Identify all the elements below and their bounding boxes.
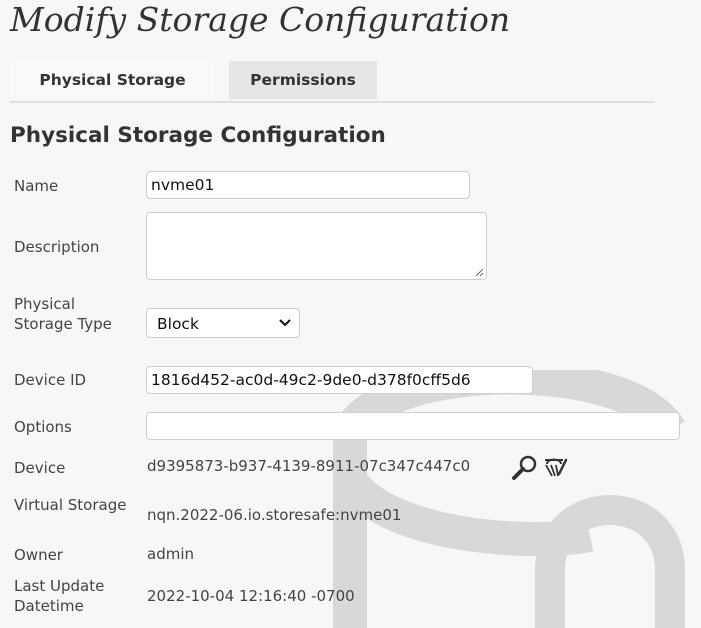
owner-label: Owner	[14, 546, 63, 564]
device-value: d9395873-b937-4139-8911-07c347c447c0	[147, 457, 471, 475]
clear-brush-icon[interactable]	[541, 454, 569, 480]
chevron-down-icon	[279, 319, 291, 327]
magnifier-icon[interactable]	[511, 454, 539, 480]
last-update-label: Last Update Datetime	[14, 577, 105, 615]
resize-grip-icon[interactable]	[474, 267, 484, 277]
device-label: Device	[14, 459, 66, 477]
type-label: Physical Storage Type	[14, 295, 112, 333]
type-select-value: Block	[157, 315, 199, 333]
virtual-storage-label: Virtual Storage	[14, 496, 127, 514]
device-id-input[interactable]: 1816d452-ac0d-49c2-9de0-d378f0cff5d6	[146, 366, 533, 394]
options-input[interactable]	[146, 412, 680, 440]
tab-physical-storage[interactable]: Physical Storage	[10, 61, 215, 99]
locked-database-icon	[333, 370, 685, 628]
page-title: Modify Storage Configuration	[10, 0, 511, 39]
section-title: Physical Storage Configuration	[10, 123, 386, 148]
name-input[interactable]: nvme01	[146, 171, 470, 199]
device-id-input-value: 1816d452-ac0d-49c2-9de0-d378f0cff5d6	[151, 371, 471, 389]
tab-bar: Physical Storage Permissions	[10, 61, 655, 103]
device-id-label: Device ID	[14, 371, 87, 389]
tab-permissions[interactable]: Permissions	[229, 61, 377, 99]
owner-value: admin	[147, 545, 194, 563]
description-textarea[interactable]	[146, 212, 487, 280]
name-input-value: nvme01	[151, 176, 215, 194]
description-label: Description	[14, 238, 100, 256]
name-label: Name	[14, 177, 59, 195]
virtual-storage-value: nqn.2022-06.io.storesafe:nvme01	[147, 506, 402, 524]
type-select[interactable]: Block	[146, 308, 300, 338]
last-update-value: 2022-10-04 12:16:40 -0700	[147, 587, 355, 605]
options-label: Options	[14, 418, 72, 436]
